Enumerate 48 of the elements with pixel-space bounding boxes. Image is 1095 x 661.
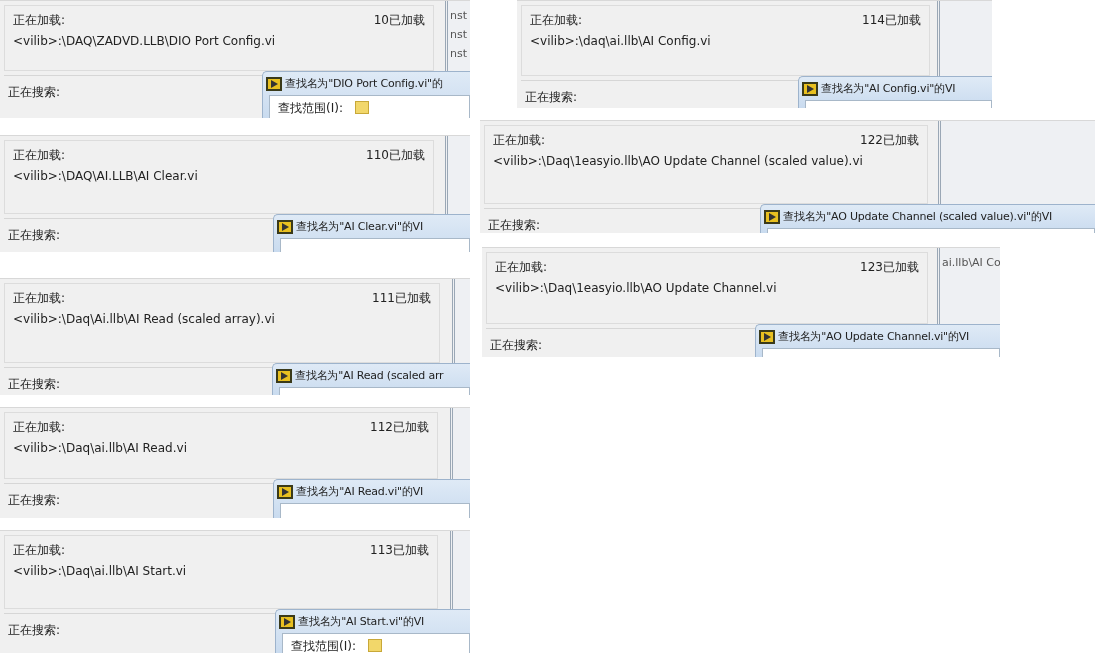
file-path: <vilib>:\Daq\ai.llb\AI Read.vi	[13, 441, 188, 455]
dialog-title: 查找名为"AI Read.vi"的VI	[296, 484, 424, 499]
loaded-count: 112已加载	[370, 419, 429, 436]
file-path: <vilib>:\Daq\Ai.llb\AI Read (scaled array).vi	[13, 312, 276, 326]
file-path: <vilib>:\Daq\ai.llb\AI Start.vi	[13, 564, 188, 578]
file-path: <vilib>:\DAQ\ZADVD.LLB\DIO Port Config.vi	[13, 34, 277, 48]
loaded-count: 111已加载	[372, 290, 431, 307]
file-path: <vilib>:\Daq\1easyio.llb\AO Update Channel (scaled value).vi	[493, 154, 864, 168]
folder-icon	[354, 101, 369, 114]
file-path: <vilib>:\Daq\1easyio.llb\AO Update Channel.vi	[495, 281, 778, 295]
loading-label: 正在加载:	[13, 12, 66, 29]
searching-label: 正在搜索:	[490, 338, 543, 352]
list-text: ai.llb\AI Co	[942, 256, 998, 269]
dialog-title: 查找名为"AO Update Channel (scaled value).vi"的VI	[783, 209, 1053, 224]
loaded-count: 122已加载	[860, 132, 919, 149]
dialog-title: 查找名为"DIO Port Config.vi"的	[285, 76, 443, 91]
file-path: <vilib>:\DAQ\AI.LLB\AI Clear.vi	[13, 169, 199, 183]
folder-icon	[367, 639, 382, 652]
file-path: <vilib>:\daq\ai.llb\AI Config.vi	[530, 34, 712, 48]
loaded-count: 114已加载	[862, 12, 921, 29]
searching-label: 正在搜索:	[8, 623, 61, 637]
loading-label: 正在加载:	[13, 419, 66, 436]
loaded-count: 10已加载	[373, 12, 425, 29]
scope-label: 查找范围(I):	[291, 638, 356, 653]
dialog-title: 查找名为"AI Start.vi"的VI	[298, 614, 425, 629]
dialog-title: 查找名为"AI Read (scaled arr	[295, 368, 444, 383]
loading-label: 正在加载:	[13, 147, 66, 164]
list-text: nst	[450, 9, 468, 22]
loading-label: 正在加载:	[13, 290, 66, 307]
scope-label: 查找范围(I):	[278, 100, 343, 117]
list-text: nst	[450, 47, 468, 60]
loading-label: 正在加载:	[530, 12, 583, 29]
loaded-count: 110已加载	[366, 147, 425, 164]
loading-label: 正在加载:	[493, 132, 546, 149]
dialog-title: 查找名为"AO Update Channel.vi"的VI	[778, 329, 970, 344]
searching-label: 正在搜索:	[8, 85, 61, 99]
list-text: nst	[450, 28, 468, 41]
loaded-count: 113已加载	[370, 542, 429, 559]
searching-label: 正在搜索:	[8, 228, 61, 242]
loading-label: 正在加载:	[495, 259, 548, 276]
loading-label: 正在加载:	[13, 542, 66, 559]
searching-label: 正在搜索:	[488, 218, 541, 232]
loaded-count: 123已加载	[860, 259, 919, 276]
dialog-title: 查找名为"AI Config.vi"的VI	[821, 81, 956, 96]
searching-label: 正在搜索:	[8, 493, 61, 507]
searching-label: 正在搜索:	[525, 90, 578, 104]
dialog-title: 查找名为"AI Clear.vi"的VI	[296, 219, 423, 234]
searching-label: 正在搜索:	[8, 377, 61, 391]
